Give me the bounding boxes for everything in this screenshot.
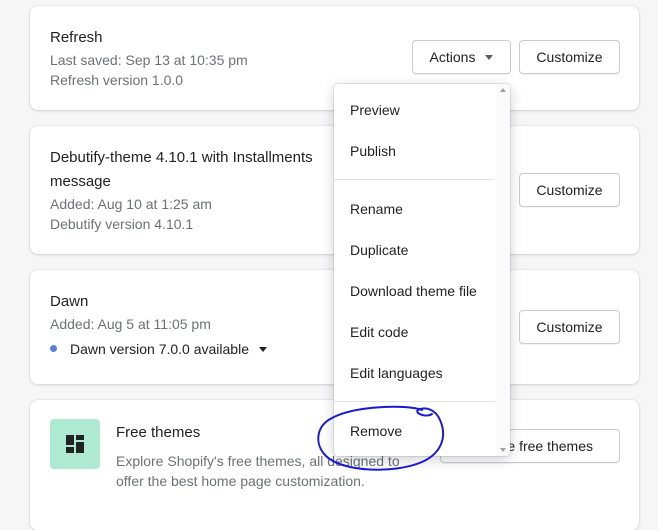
theme-last-saved: Last saved: Sep 13 at 10:35 pm (50, 52, 248, 68)
scroll-up-icon[interactable] (500, 88, 506, 92)
menu-item-rename[interactable]: Rename (350, 199, 403, 219)
menu-scrollbar[interactable] (496, 84, 510, 456)
menu-item-edit-languages[interactable]: Edit languages (350, 363, 443, 383)
scroll-down-icon[interactable] (500, 448, 506, 452)
annotation-circle (317, 405, 445, 471)
customize-button[interactable]: Customize (519, 40, 620, 74)
customize-button[interactable]: Customize (519, 173, 620, 207)
menu-item-publish[interactable]: Publish (350, 141, 396, 161)
menu-divider (334, 179, 494, 180)
actions-button-label: Actions (429, 49, 476, 65)
actions-menu: Preview Publish Rename Duplicate Downloa… (334, 84, 510, 456)
menu-item-duplicate[interactable]: Duplicate (350, 240, 408, 260)
version-update-label: Dawn version 7.0.0 available (70, 341, 249, 357)
theme-layout-icon (50, 419, 100, 469)
menu-item-edit-code[interactable]: Edit code (350, 322, 408, 342)
free-themes-title: Free themes (116, 424, 201, 441)
theme-added-date: Added: Aug 5 at 11:05 pm (50, 316, 211, 332)
actions-button[interactable]: Actions (412, 40, 511, 74)
theme-name-line-1: Debutify-theme 4.10.1 with Installments (50, 149, 313, 166)
theme-added-date: Added: Aug 10 at 1:25 am (50, 196, 212, 212)
theme-name: Dawn (50, 293, 89, 310)
update-dot-icon (50, 345, 57, 352)
version-update-dropdown[interactable]: Dawn version 7.0.0 available (70, 339, 267, 359)
customize-button[interactable]: Customize (519, 310, 620, 344)
theme-version: Refresh version 1.0.0 (50, 72, 184, 88)
theme-name-line-2: message (50, 173, 111, 190)
caret-down-icon (259, 346, 267, 352)
menu-item-download-theme-file[interactable]: Download theme file (350, 281, 477, 301)
theme-name: Refresh (50, 29, 103, 46)
theme-version: Debutify version 4.10.1 (50, 216, 194, 232)
menu-divider (334, 401, 494, 402)
caret-down-icon (485, 54, 494, 60)
menu-item-preview[interactable]: Preview (350, 100, 400, 120)
